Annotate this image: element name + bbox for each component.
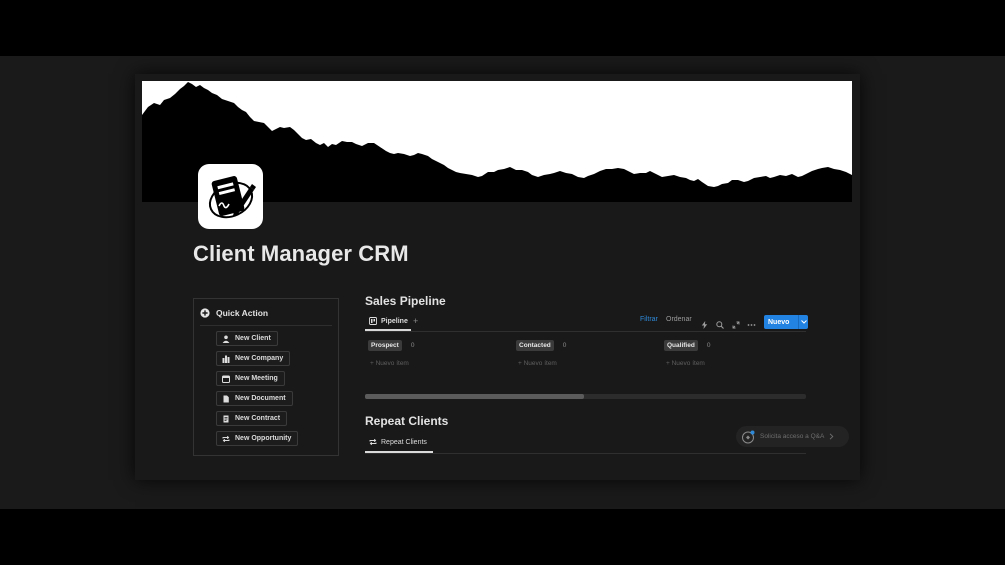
column-count: 0: [410, 342, 415, 349]
new-meeting-label: New Meeting: [235, 375, 278, 382]
column-header-prospect[interactable]: Prospect 0: [368, 340, 414, 351]
plus-icon: +: [413, 316, 419, 326]
qa-assistant-icon: [741, 430, 755, 444]
page-title: Client Manager CRM: [193, 241, 409, 266]
column-count: 0: [562, 342, 567, 349]
sales-pipeline-heading: Sales Pipeline: [365, 294, 446, 308]
tab-repeat-clients[interactable]: Repeat Clients: [369, 438, 427, 446]
plus-circle-icon: [200, 308, 210, 318]
new-client-button[interactable]: New Client: [216, 331, 278, 346]
contract-icon: [222, 415, 230, 423]
new-item-button[interactable]: + Nuevo ítem: [518, 360, 557, 367]
column-header-qualified[interactable]: Qualified 0: [664, 340, 710, 351]
new-meeting-button[interactable]: New Meeting: [216, 371, 285, 386]
request-access-label: Solicita acceso a Q&A: [760, 433, 825, 440]
new-document-label: New Document: [235, 395, 286, 402]
person-icon: [222, 335, 230, 343]
tab-repeat-clients-label: Repeat Clients: [381, 438, 427, 446]
new-contract-button[interactable]: New Contract: [216, 411, 288, 426]
filter-button[interactable]: Filtrar: [640, 316, 658, 323]
status-badge: Prospect: [368, 340, 402, 351]
view-divider: [365, 331, 806, 332]
chevron-down-icon[interactable]: [799, 320, 808, 324]
tab-pipeline-label: Pipeline: [381, 317, 408, 325]
column-count: 0: [706, 342, 711, 349]
new-company-button[interactable]: New Company: [216, 351, 291, 366]
quick-action-panel: Quick Action New Client New Company New …: [193, 298, 339, 456]
new-item-button[interactable]: + Nuevo ítem: [666, 360, 705, 367]
add-view-button[interactable]: +: [413, 316, 418, 326]
new-item-label: Nuevo ítem: [671, 360, 705, 367]
sort-button[interactable]: Ordenar: [666, 316, 692, 323]
new-client-label: New Client: [235, 335, 271, 342]
status-badge: Qualified: [664, 340, 698, 351]
new-entry-button[interactable]: Nuevo: [764, 315, 808, 329]
chevron-right-icon: [829, 433, 834, 440]
new-item-label: Nuevo ítem: [375, 360, 409, 367]
repeat-icon: [222, 435, 230, 443]
new-opportunity-button[interactable]: New Opportunity: [216, 431, 299, 446]
request-access-button[interactable]: Solicita acceso a Q&A: [736, 426, 849, 447]
scrollbar-thumb[interactable]: [365, 394, 584, 399]
calendar-icon: [222, 375, 230, 383]
new-document-button[interactable]: New Document: [216, 391, 293, 406]
notion-page: Client Manager CRM Quick Action New Clie…: [135, 74, 860, 480]
document-icon: [222, 395, 230, 403]
divider: [200, 325, 332, 326]
tab-pipeline[interactable]: Pipeline: [369, 317, 408, 325]
repeat-icon: [369, 438, 377, 446]
status-badge: Contacted: [516, 340, 554, 351]
quick-action-header[interactable]: Quick Action: [200, 308, 268, 318]
column-header-contacted[interactable]: Contacted 0: [516, 340, 566, 351]
new-item-button[interactable]: + Nuevo ítem: [370, 360, 409, 367]
building-icon: [222, 355, 230, 363]
board-icon: [369, 317, 377, 325]
quick-action-label: Quick Action: [216, 308, 269, 318]
view-divider: [365, 453, 806, 454]
new-item-label: Nuevo ítem: [523, 360, 557, 367]
new-opportunity-label: New Opportunity: [235, 435, 292, 442]
new-contract-label: New Contract: [235, 415, 281, 422]
repeat-clients-heading: Repeat Clients: [365, 414, 449, 428]
new-company-label: New Company: [235, 355, 284, 362]
contract-signing-icon: [198, 164, 263, 229]
new-entry-label: Nuevo: [768, 318, 790, 326]
